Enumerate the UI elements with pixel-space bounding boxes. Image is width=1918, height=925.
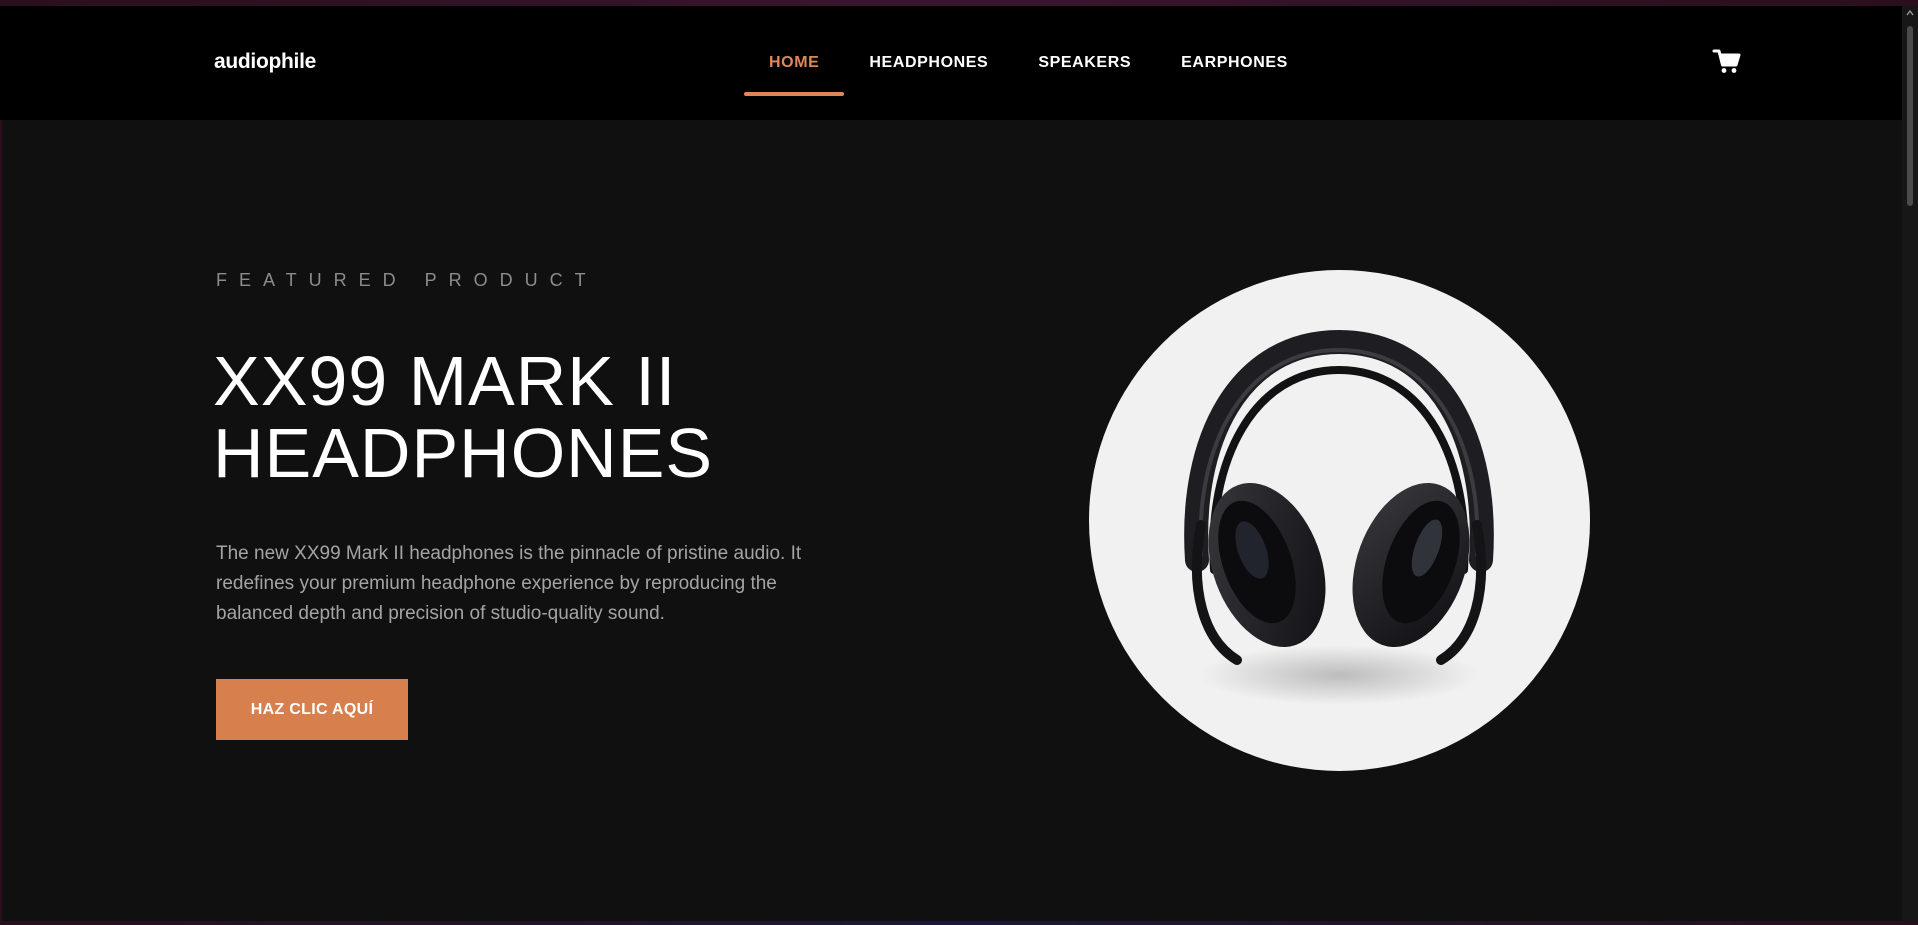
nav-item-earphones[interactable]: EARPHONES [1156,6,1313,120]
hero-overline: FEATURED PRODUCT [216,270,598,290]
scrollbar-thumb[interactable] [1907,26,1913,206]
nav-item-headphones[interactable]: HEADPHONES [844,6,1013,120]
main-nav: HOME HEADPHONES SPEAKERS EARPHONES [744,6,1313,120]
window-frame-left [0,0,2,925]
hero-title: XX99 MARK II HEADPHONES [213,345,913,489]
site-header: audiophile HOME HEADPHONES SPEAKERS EARP… [0,6,1902,120]
nav-item-home[interactable]: HOME [744,6,845,120]
brand-logo[interactable]: audiophile [214,50,316,74]
headphones-image [1184,329,1494,705]
hero-title-line-2: HEADPHONES [213,414,714,492]
page-scrollbar[interactable] [1902,6,1918,921]
window-frame-bottom [0,921,1918,925]
cta-button[interactable]: HAZ CLIC AQUÍ [216,679,408,740]
hero-description: The new XX99 Mark II headphones is the p… [216,543,802,624]
product-image [1089,270,1590,771]
nav-item-speakers[interactable]: SPEAKERS [1013,6,1156,120]
scroll-up-arrow-icon[interactable] [1906,9,1914,17]
hero-title-line-1: XX99 MARK II [213,342,677,420]
shopping-cart-icon[interactable] [1712,46,1742,76]
